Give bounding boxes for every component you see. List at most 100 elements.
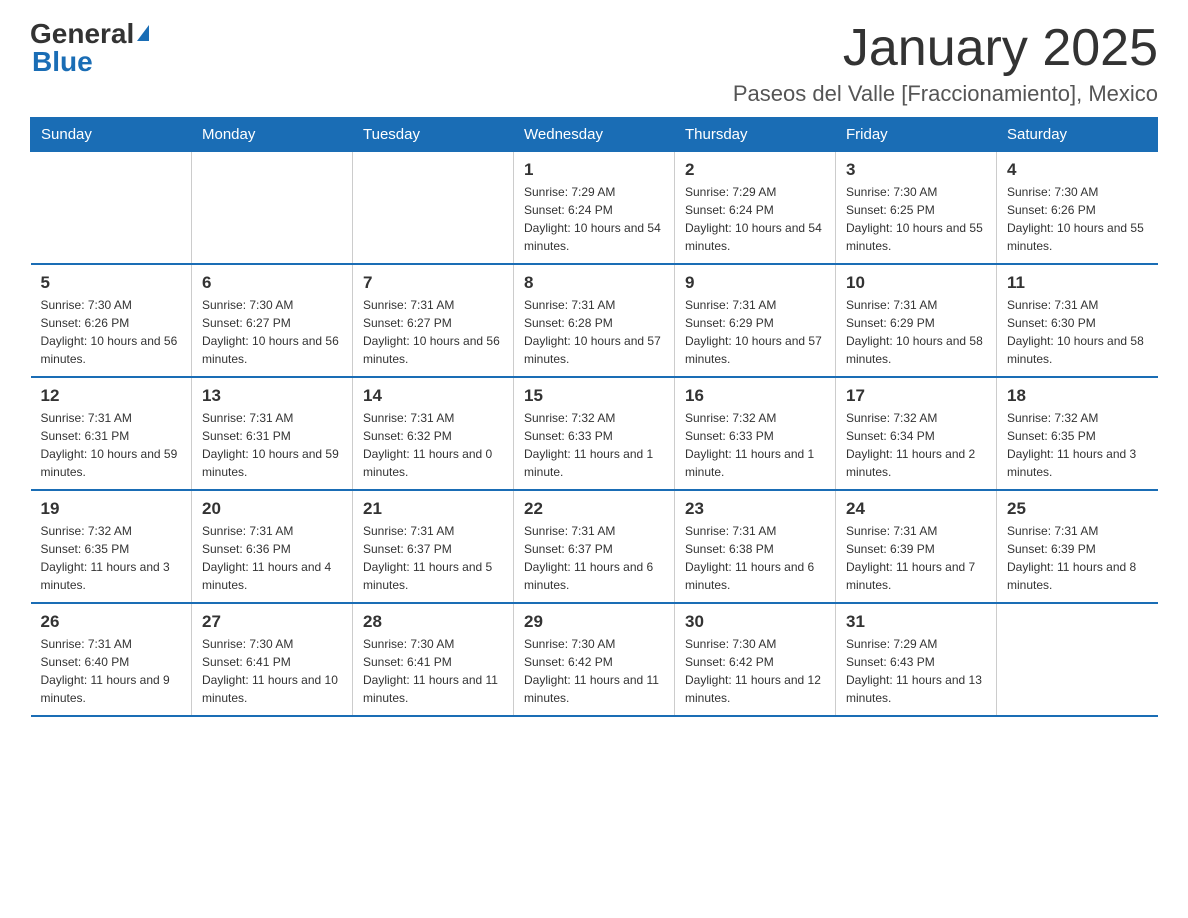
day-info: Sunrise: 7:31 AMSunset: 6:27 PMDaylight:… [363, 296, 503, 368]
day-info: Sunrise: 7:30 AMSunset: 6:26 PMDaylight:… [41, 296, 182, 368]
day-number: 19 [41, 499, 182, 519]
day-info: Sunrise: 7:32 AMSunset: 6:35 PMDaylight:… [41, 522, 182, 594]
day-number: 7 [363, 273, 503, 293]
day-info: Sunrise: 7:31 AMSunset: 6:32 PMDaylight:… [363, 409, 503, 481]
day-number: 6 [202, 273, 342, 293]
day-number: 16 [685, 386, 825, 406]
day-number: 13 [202, 386, 342, 406]
day-info: Sunrise: 7:31 AMSunset: 6:30 PMDaylight:… [1007, 296, 1148, 368]
calendar-cell: 6 Sunrise: 7:30 AMSunset: 6:27 PMDaylight… [192, 264, 353, 377]
day-info: Sunrise: 7:29 AMSunset: 6:24 PMDaylight:… [524, 183, 664, 255]
calendar-cell: 7 Sunrise: 7:31 AMSunset: 6:27 PMDaylight… [353, 264, 514, 377]
day-number: 10 [846, 273, 986, 293]
day-number: 27 [202, 612, 342, 632]
day-number: 5 [41, 273, 182, 293]
day-number: 15 [524, 386, 664, 406]
calendar-cell: 22Sunrise: 7:31 AMSunset: 6:37 PMDayligh… [514, 490, 675, 603]
calendar-cell: 20 Sunrise: 7:31 AMSunset: 6:36 PMDayligh… [192, 490, 353, 603]
day-number: 25 [1007, 499, 1148, 519]
main-title: January 2025 [733, 20, 1158, 77]
day-number: 2 [685, 160, 825, 180]
day-info: Sunrise: 7:30 AMSunset: 6:42 PMDaylight:… [524, 635, 664, 707]
day-number: 21 [363, 499, 503, 519]
day-info: Sunrise: 7:30 AMSunset: 6:27 PMDaylight:… [202, 296, 342, 368]
day-info: Sunrise: 7:29 AMSunset: 6:43 PMDaylight:… [846, 635, 986, 707]
day-number: 4 [1007, 160, 1148, 180]
calendar-cell: 26 Sunrise: 7:31 AMSunset: 6:40 PMDayligh… [31, 603, 192, 716]
day-info: Sunrise: 7:31 AMSunset: 6:39 PMDaylight:… [846, 522, 986, 594]
calendar-cell: 24 Sunrise: 7:31 AMSunset: 6:39 PMDayligh… [836, 490, 997, 603]
day-info: Sunrise: 7:32 AMSunset: 6:33 PMDaylight:… [685, 409, 825, 481]
calendar-cell: 9 Sunrise: 7:31 AMSunset: 6:29 PMDaylight… [675, 264, 836, 377]
calendar-cell: 13 Sunrise: 7:31 AMSunset: 6:31 PMDayligh… [192, 377, 353, 490]
calendar-cell: 29 Sunrise: 7:30 AMSunset: 6:42 PMDayligh… [514, 603, 675, 716]
day-number: 29 [524, 612, 664, 632]
day-info: Sunrise: 7:29 AMSunset: 6:24 PMDaylight:… [685, 183, 825, 255]
calendar-header-tuesday: Tuesday [353, 118, 514, 152]
day-number: 24 [846, 499, 986, 519]
calendar-cell: 21 Sunrise: 7:31 AMSunset: 6:37 PMDayligh… [353, 490, 514, 603]
day-info: Sunrise: 7:31 AMSunset: 6:37 PMDaylight:… [524, 522, 664, 594]
day-info: Sunrise: 7:31 AMSunset: 6:36 PMDaylight:… [202, 522, 342, 594]
subtitle: Paseos del Valle [Fraccionamiento], Mexi… [733, 81, 1158, 107]
day-info: Sunrise: 7:31 AMSunset: 6:39 PMDaylight:… [1007, 522, 1148, 594]
calendar: SundayMondayTuesdayWednesdayThursdayFrid… [30, 117, 1158, 717]
calendar-cell: 31 Sunrise: 7:29 AMSunset: 6:43 PMDayligh… [836, 603, 997, 716]
day-number: 1 [524, 160, 664, 180]
calendar-header-monday: Monday [192, 118, 353, 152]
calendar-week-2: 5 Sunrise: 7:30 AMSunset: 6:26 PMDaylight… [31, 264, 1158, 377]
calendar-header-thursday: Thursday [675, 118, 836, 152]
day-number: 9 [685, 273, 825, 293]
day-info: Sunrise: 7:32 AMSunset: 6:35 PMDaylight:… [1007, 409, 1148, 481]
calendar-cell: 5 Sunrise: 7:30 AMSunset: 6:26 PMDaylight… [31, 264, 192, 377]
day-info: Sunrise: 7:31 AMSunset: 6:28 PMDaylight:… [524, 296, 664, 368]
calendar-cell: 18 Sunrise: 7:32 AMSunset: 6:35 PMDayligh… [997, 377, 1158, 490]
day-number: 28 [363, 612, 503, 632]
calendar-cell: 27 Sunrise: 7:30 AMSunset: 6:41 PMDayligh… [192, 603, 353, 716]
calendar-cell [353, 152, 514, 265]
day-info: Sunrise: 7:31 AMSunset: 6:31 PMDaylight:… [202, 409, 342, 481]
day-number: 12 [41, 386, 182, 406]
title-section: January 2025 Paseos del Valle [Fracciona… [733, 20, 1158, 107]
day-info: Sunrise: 7:31 AMSunset: 6:37 PMDaylight:… [363, 522, 503, 594]
calendar-cell: 4 Sunrise: 7:30 AMSunset: 6:26 PMDaylight… [997, 152, 1158, 265]
calendar-cell: 16 Sunrise: 7:32 AMSunset: 6:33 PMDayligh… [675, 377, 836, 490]
day-number: 8 [524, 273, 664, 293]
calendar-cell: 8 Sunrise: 7:31 AMSunset: 6:28 PMDaylight… [514, 264, 675, 377]
day-number: 23 [685, 499, 825, 519]
logo: General Blue [30, 20, 149, 76]
calendar-cell: 12 Sunrise: 7:31 AMSunset: 6:31 PMDayligh… [31, 377, 192, 490]
page-header: General Blue January 2025 Paseos del Val… [30, 20, 1158, 107]
day-number: 26 [41, 612, 182, 632]
logo-text-blue: Blue [32, 48, 93, 76]
calendar-cell: 3 Sunrise: 7:30 AMSunset: 6:25 PMDaylight… [836, 152, 997, 265]
day-info: Sunrise: 7:31 AMSunset: 6:31 PMDaylight:… [41, 409, 182, 481]
day-info: Sunrise: 7:32 AMSunset: 6:33 PMDaylight:… [524, 409, 664, 481]
day-info: Sunrise: 7:30 AMSunset: 6:41 PMDaylight:… [363, 635, 503, 707]
calendar-header-wednesday: Wednesday [514, 118, 675, 152]
day-number: 20 [202, 499, 342, 519]
day-info: Sunrise: 7:32 AMSunset: 6:34 PMDaylight:… [846, 409, 986, 481]
day-number: 14 [363, 386, 503, 406]
day-info: Sunrise: 7:30 AMSunset: 6:26 PMDaylight:… [1007, 183, 1148, 255]
day-info: Sunrise: 7:31 AMSunset: 6:40 PMDaylight:… [41, 635, 182, 707]
calendar-week-5: 26 Sunrise: 7:31 AMSunset: 6:40 PMDayligh… [31, 603, 1158, 716]
calendar-cell [31, 152, 192, 265]
day-info: Sunrise: 7:30 AMSunset: 6:41 PMDaylight:… [202, 635, 342, 707]
logo-text-general: General [30, 20, 134, 48]
day-number: 30 [685, 612, 825, 632]
day-info: Sunrise: 7:31 AMSunset: 6:29 PMDaylight:… [685, 296, 825, 368]
day-number: 11 [1007, 273, 1148, 293]
calendar-cell: 17Sunrise: 7:32 AMSunset: 6:34 PMDayligh… [836, 377, 997, 490]
calendar-cell: 30Sunrise: 7:30 AMSunset: 6:42 PMDayligh… [675, 603, 836, 716]
logo-triangle-icon [137, 25, 149, 41]
day-number: 31 [846, 612, 986, 632]
calendar-header-friday: Friday [836, 118, 997, 152]
day-number: 3 [846, 160, 986, 180]
calendar-cell [997, 603, 1158, 716]
calendar-cell: 25 Sunrise: 7:31 AMSunset: 6:39 PMDayligh… [997, 490, 1158, 603]
calendar-week-1: 1 Sunrise: 7:29 AMSunset: 6:24 PMDaylight… [31, 152, 1158, 265]
day-info: Sunrise: 7:30 AMSunset: 6:25 PMDaylight:… [846, 183, 986, 255]
day-number: 18 [1007, 386, 1148, 406]
calendar-cell: 11 Sunrise: 7:31 AMSunset: 6:30 PMDayligh… [997, 264, 1158, 377]
